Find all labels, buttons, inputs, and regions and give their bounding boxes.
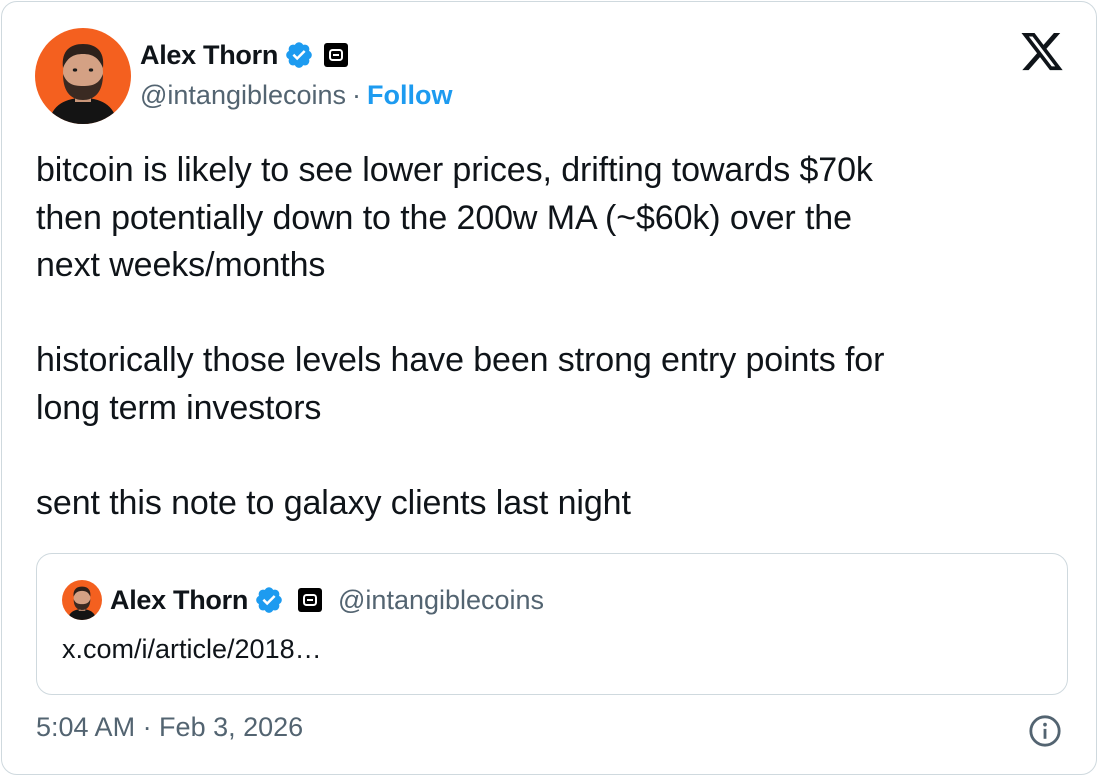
affiliate-badge-icon[interactable] <box>324 43 349 67</box>
affiliate-badge-icon <box>298 588 323 612</box>
follow-button[interactable]: Follow <box>367 80 452 111</box>
verified-badge-icon <box>286 42 312 68</box>
info-icon[interactable] <box>1028 714 1062 748</box>
quoted-article-link[interactable]: x.com/i/article/2018… <box>62 634 322 665</box>
author-handle[interactable]: @intangiblecoins <box>140 80 346 111</box>
quoted-tweet[interactable]: Alex Thorn @intangiblecoins x.com/i/arti… <box>36 553 1068 695</box>
tweet-timestamp[interactable]: 5:04 AM · Feb 3, 2026 <box>36 712 303 743</box>
tweet-text: bitcoin is likely to see lower prices, d… <box>36 151 885 522</box>
author-name-row: Alex Thorn <box>140 37 349 73</box>
x-logo-icon[interactable] <box>1018 32 1066 74</box>
verified-badge-icon <box>256 587 282 613</box>
tweet-card: Alex Thorn @intangiblecoins · Follow bit… <box>1 1 1097 775</box>
author-avatar[interactable] <box>35 28 131 124</box>
quoted-author-handle: @intangiblecoins <box>338 584 545 615</box>
quoted-author-row: Alex Thorn @intangiblecoins <box>110 582 544 618</box>
separator-dot: · <box>352 80 362 110</box>
quoted-author-avatar[interactable] <box>62 580 102 620</box>
author-handle-row: @intangiblecoins · Follow <box>140 80 453 111</box>
author-name[interactable]: Alex Thorn <box>140 40 278 71</box>
quoted-author-name[interactable]: Alex Thorn <box>110 585 248 616</box>
